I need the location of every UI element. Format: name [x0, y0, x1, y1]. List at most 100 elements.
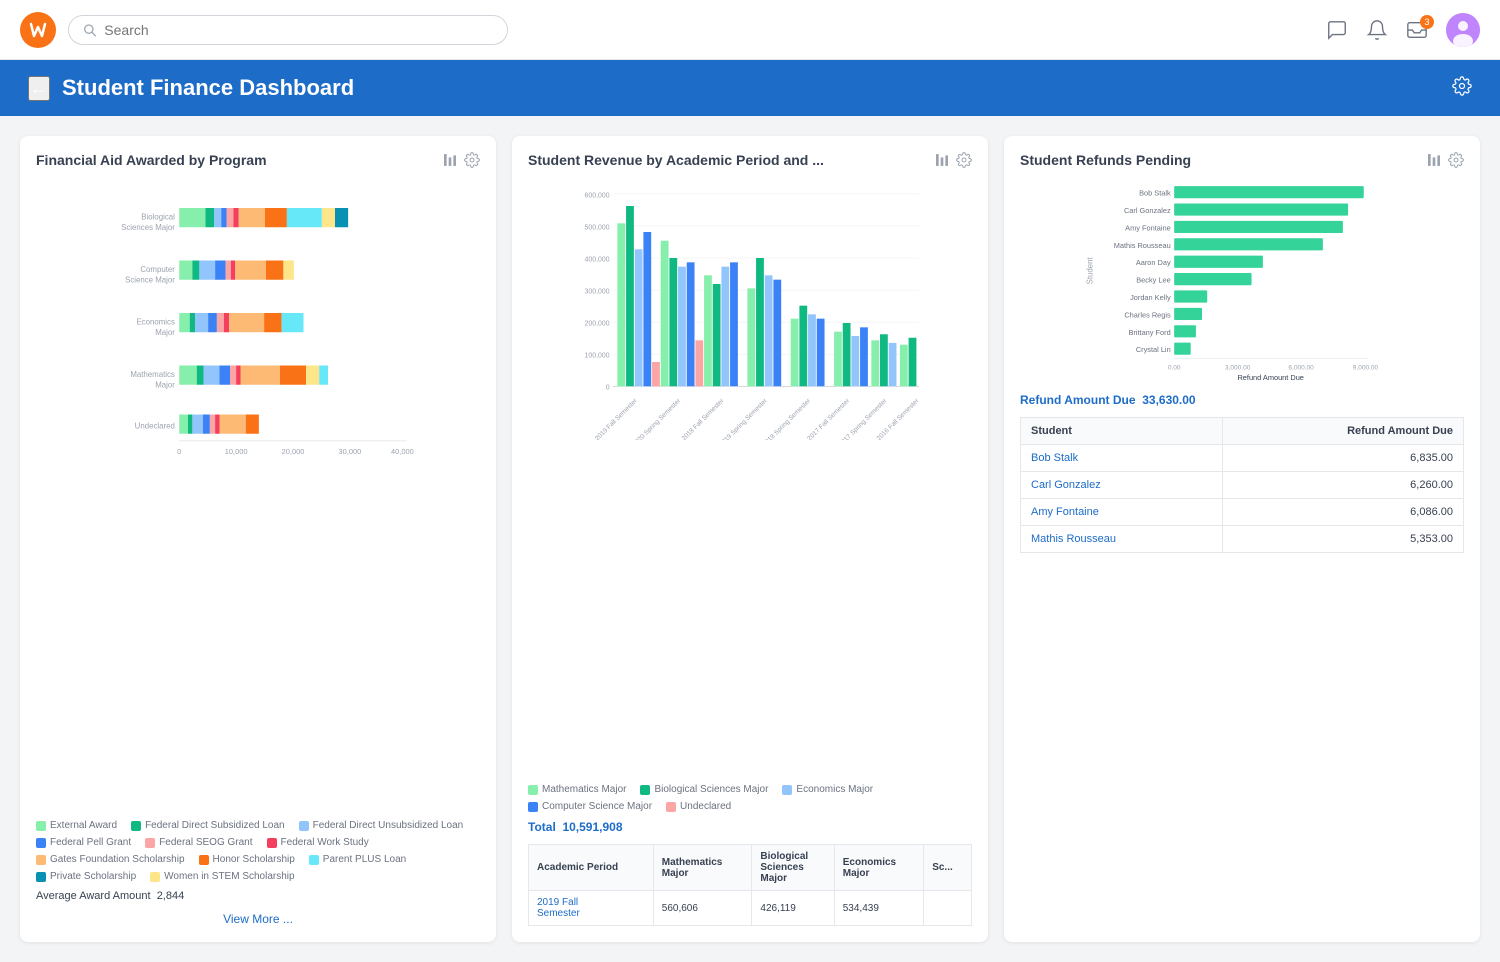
- table-row: 2019 FallSemester 560,606 426,119 534,43…: [529, 891, 972, 926]
- svg-text:2018 Spring Semester: 2018 Spring Semester: [761, 397, 812, 440]
- svg-text:Undeclared: Undeclared: [135, 422, 175, 431]
- financial-aid-actions[interactable]: [442, 152, 480, 168]
- legend-item: Mathematics Major: [528, 784, 626, 795]
- svg-text:Becky Lee: Becky Lee: [1136, 276, 1170, 285]
- chart-icon[interactable]: [1426, 152, 1442, 168]
- chat-icon[interactable]: [1326, 19, 1348, 41]
- svg-text:Biological: Biological: [141, 212, 175, 221]
- refunds-actions[interactable]: [1426, 152, 1464, 168]
- user-avatar[interactable]: [1446, 13, 1480, 47]
- col-bio: BiologicalSciencesMajor: [752, 845, 834, 891]
- student-name[interactable]: Bob Stalk: [1021, 445, 1223, 472]
- top-nav: 3: [0, 0, 1500, 60]
- refund-table: Student Refund Amount Due Bob Stalk 6,83…: [1020, 417, 1464, 553]
- search-icon: [83, 23, 96, 37]
- svg-text:200,000: 200,000: [585, 321, 610, 328]
- refund-amount-cell: 6,086.00: [1222, 499, 1463, 526]
- table-row: Amy Fontaine 6,086.00: [1021, 499, 1464, 526]
- col-student: Student: [1021, 418, 1223, 445]
- refunds-title: Student Refunds Pending: [1020, 152, 1191, 168]
- refund-amount-cell: 6,260.00: [1222, 472, 1463, 499]
- refund-amount-due: Refund Amount Due 33,630.00: [1020, 393, 1464, 407]
- settings-icon[interactable]: [464, 152, 480, 168]
- svg-text:3,000.00: 3,000.00: [1225, 365, 1251, 372]
- svg-text:Jordan Kelly: Jordan Kelly: [1130, 293, 1171, 302]
- svg-text:Charles Regis: Charles Regis: [1124, 310, 1171, 319]
- svg-text:Crystal Lin: Crystal Lin: [1136, 345, 1171, 354]
- page-title: Student Finance Dashboard: [62, 75, 354, 101]
- legend-item: Honor Scholarship: [199, 854, 295, 865]
- student-name[interactable]: Carl Gonzalez: [1021, 472, 1223, 499]
- student-name[interactable]: Mathis Rousseau: [1021, 526, 1223, 553]
- revenue-total: Total 10,591,908: [528, 820, 972, 834]
- back-button[interactable]: ←: [28, 76, 50, 101]
- logo[interactable]: [20, 12, 56, 48]
- table-row: Mathis Rousseau 5,353.00: [1021, 526, 1464, 553]
- legend-item: Economics Major: [782, 784, 873, 795]
- legend-item: Federal Pell Grant: [36, 837, 131, 848]
- svg-text:Major: Major: [155, 380, 175, 389]
- period-cell[interactable]: 2019 FallSemester: [529, 891, 654, 926]
- svg-text:Brittany Ford: Brittany Ford: [1128, 328, 1170, 337]
- refund-amount-cell: 5,353.00: [1222, 526, 1463, 553]
- settings-icon[interactable]: [956, 152, 972, 168]
- legend-item: Undeclared: [666, 801, 731, 812]
- inbox-icon[interactable]: 3: [1406, 19, 1428, 41]
- math-cell: 560,606: [653, 891, 752, 926]
- financial-aid-card: Financial Aid Awarded by Program Biologi…: [20, 136, 496, 942]
- svg-text:100,000: 100,000: [585, 353, 610, 360]
- financial-aid-title: Financial Aid Awarded by Program: [36, 152, 267, 168]
- revenue-header: Student Revenue by Academic Period and .…: [528, 152, 972, 168]
- svg-text:Sciences Major: Sciences Major: [121, 223, 175, 232]
- svg-text:300,000: 300,000: [585, 289, 610, 296]
- revenue-card: Student Revenue by Academic Period and .…: [512, 136, 988, 942]
- svg-text:6,000.00: 6,000.00: [1288, 365, 1314, 372]
- revenue-legend: Mathematics Major Biological Sciences Ma…: [528, 784, 972, 812]
- svg-text:Science Major: Science Major: [125, 275, 175, 284]
- svg-text:30,000: 30,000: [339, 447, 362, 456]
- search-input[interactable]: [104, 22, 493, 38]
- svg-text:20,000: 20,000: [282, 447, 305, 456]
- avg-award: Average Award Amount 2,844: [36, 890, 480, 902]
- svg-text:2017 Fall Semester: 2017 Fall Semester: [806, 397, 851, 440]
- legend-item: Federal Direct Subsidized Loan: [131, 820, 285, 831]
- view-more-link[interactable]: View More ...: [36, 912, 480, 926]
- settings-icon[interactable]: [1448, 152, 1464, 168]
- nav-actions: 3: [1326, 13, 1480, 47]
- legend-item: Women in STEM Scholarship: [150, 871, 294, 882]
- svg-text:Major: Major: [155, 328, 175, 337]
- legend-item: Federal Direct Unsubsidized Loan: [299, 820, 464, 831]
- legend-item: Biological Sciences Major: [640, 784, 768, 795]
- chart-icon[interactable]: [442, 152, 458, 168]
- page-settings-icon[interactable]: [1452, 76, 1472, 101]
- legend-item: Federal Work Study: [267, 837, 369, 848]
- revenue-chart: 600,000 500,000 400,000 300,000 200,000 …: [528, 180, 972, 776]
- svg-text:Bob Stalk: Bob Stalk: [1139, 189, 1171, 198]
- financial-aid-header: Financial Aid Awarded by Program: [36, 152, 480, 168]
- chart-icon[interactable]: [934, 152, 950, 168]
- revenue-actions[interactable]: [934, 152, 972, 168]
- bell-icon[interactable]: [1366, 19, 1388, 41]
- svg-text:600,000: 600,000: [585, 192, 610, 199]
- col-math: MathematicsMajor: [653, 845, 752, 891]
- svg-text:2018 Fall Semester: 2018 Fall Semester: [681, 397, 726, 440]
- table-row: Bob Stalk 6,835.00: [1021, 445, 1464, 472]
- svg-text:0: 0: [606, 385, 610, 392]
- legend-item: Parent PLUS Loan: [309, 854, 406, 865]
- svg-text:Aaron Day: Aaron Day: [1136, 258, 1171, 267]
- legend-item: Private Scholarship: [36, 871, 136, 882]
- svg-text:2019 Fall Semester: 2019 Fall Semester: [594, 397, 639, 440]
- search-box[interactable]: [68, 15, 508, 45]
- inbox-badge: 3: [1420, 15, 1434, 29]
- legend-item: Federal SEOG Grant: [145, 837, 252, 848]
- svg-text:Mathis Rousseau: Mathis Rousseau: [1114, 241, 1171, 250]
- legend-item: External Award: [36, 820, 117, 831]
- student-name[interactable]: Amy Fontaine: [1021, 499, 1223, 526]
- svg-text:Carl Gonzalez: Carl Gonzalez: [1124, 206, 1171, 215]
- page-header: ← Student Finance Dashboard: [0, 60, 1500, 116]
- svg-text:Economics: Economics: [136, 317, 175, 326]
- refund-amount-cell: 6,835.00: [1222, 445, 1463, 472]
- financial-aid-legend: External Award Federal Direct Subsidized…: [36, 820, 480, 882]
- svg-text:0: 0: [177, 447, 181, 456]
- econ-cell: 534,439: [834, 891, 923, 926]
